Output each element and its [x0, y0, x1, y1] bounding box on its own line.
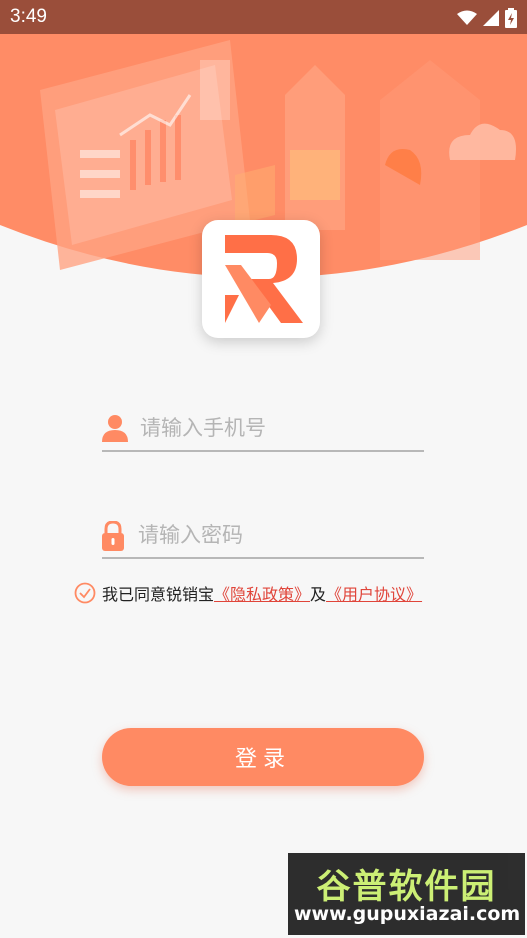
agreement-row: 我已同意锐销宝 《隐私政策》 及 《用户协议》: [74, 580, 422, 606]
watermark-url: www.gupuxiazai.com: [294, 903, 521, 925]
login-button[interactable]: 登录: [102, 728, 424, 786]
status-time: 3:49: [10, 6, 47, 27]
app-logo: [202, 220, 320, 338]
status-icons: [457, 8, 517, 28]
status-bar: 3:49: [0, 0, 527, 34]
user-icon: [102, 415, 128, 442]
wifi-icon: [457, 10, 477, 25]
password-field: [102, 517, 424, 559]
phone-field: [102, 410, 424, 452]
lock-icon: [102, 521, 124, 551]
watermark: 谷普软件园 www.gupuxiazai.com: [288, 853, 525, 935]
phone-input[interactable]: [140, 412, 420, 444]
logo-r-icon: [225, 235, 303, 323]
watermark-title: 谷普软件园: [316, 867, 497, 907]
password-input[interactable]: [138, 519, 418, 551]
agreement-connector: 及: [310, 585, 327, 604]
agreement-prefix: 我已同意锐销宝: [102, 585, 215, 604]
privacy-policy-link[interactable]: 《隐私政策》: [214, 581, 310, 605]
check-circle-icon: [74, 582, 96, 604]
agreement-checkbox[interactable]: [74, 582, 96, 604]
user-agreement-link[interactable]: 《用户协议》: [326, 581, 422, 605]
battery-icon: [505, 8, 517, 28]
signal-icon: [483, 10, 499, 26]
